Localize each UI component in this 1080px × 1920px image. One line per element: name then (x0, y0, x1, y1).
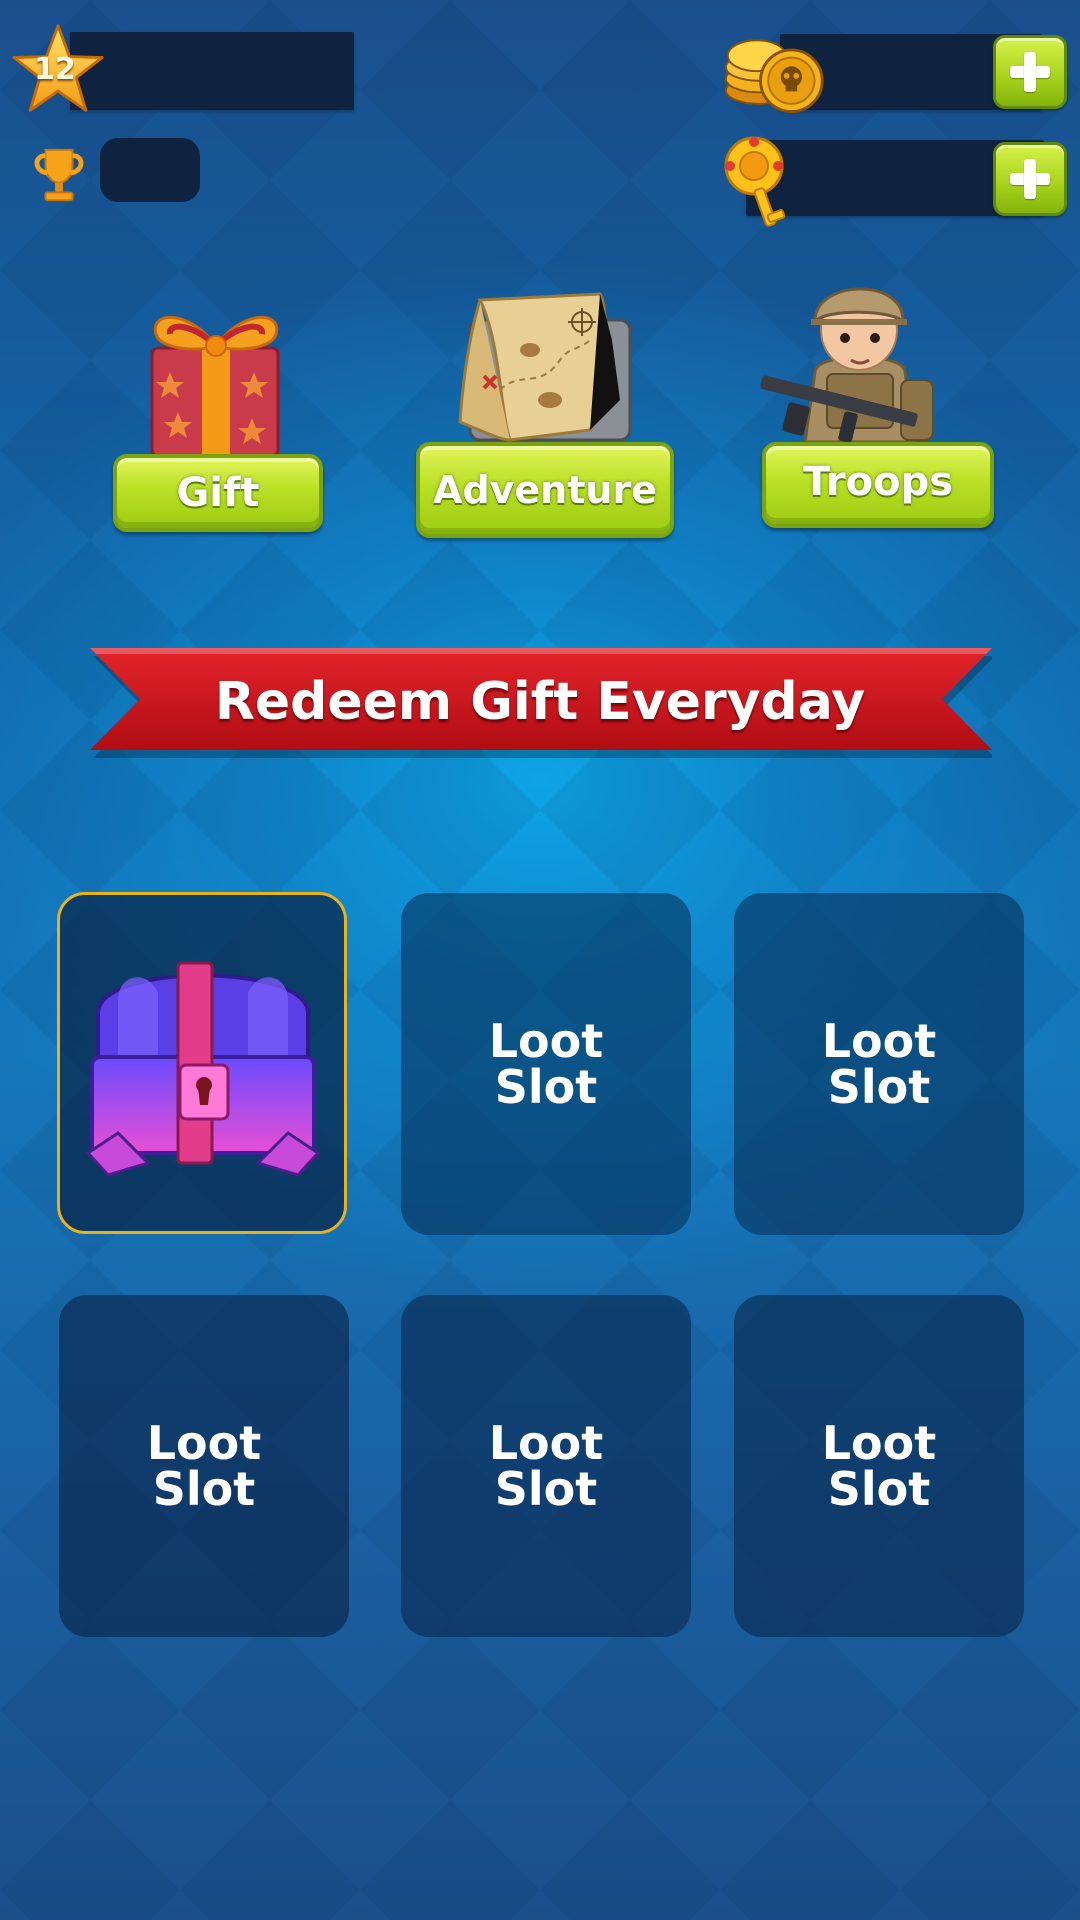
add-coins-button[interactable] (993, 35, 1067, 109)
gift-button[interactable]: Gift (113, 454, 323, 532)
loot-slot-chest[interactable] (57, 892, 347, 1234)
banner-title: Redeem Gift Everyday (214, 672, 866, 732)
loot-slot[interactable]: Loot Slot (59, 1295, 349, 1637)
trophy-icon (34, 148, 84, 202)
loot-slot[interactable]: Loot Slot (734, 893, 1024, 1235)
treasure-chest-icon (85, 961, 321, 1177)
skull-coin-icon (724, 39, 824, 114)
loot-slot-label: Loot Slot (146, 1416, 262, 1516)
loot-slot-label: Loot Slot (488, 1014, 604, 1114)
loot-slot-label: Loot Slot (821, 1014, 937, 1114)
loot-slot[interactable]: Loot Slot (734, 1295, 1024, 1637)
troops-button[interactable]: Troops (762, 442, 994, 528)
soldier-icon[interactable] (755, 262, 965, 452)
loot-slot[interactable]: Loot Slot (401, 1295, 691, 1637)
trophy-count-box (100, 138, 200, 202)
gift-box-icon[interactable] (130, 300, 300, 460)
adventure-button[interactable]: Adventure (416, 442, 674, 538)
loot-slot-label: Loot Slot (488, 1416, 604, 1516)
loot-slot[interactable]: Loot Slot (401, 893, 691, 1235)
level-number: 12 (34, 52, 76, 87)
key-icon (724, 136, 786, 227)
level-bar (70, 32, 354, 110)
treasure-map-icon[interactable] (440, 280, 650, 450)
loot-slot-label: Loot Slot (821, 1416, 937, 1516)
add-keys-button[interactable] (993, 142, 1067, 216)
